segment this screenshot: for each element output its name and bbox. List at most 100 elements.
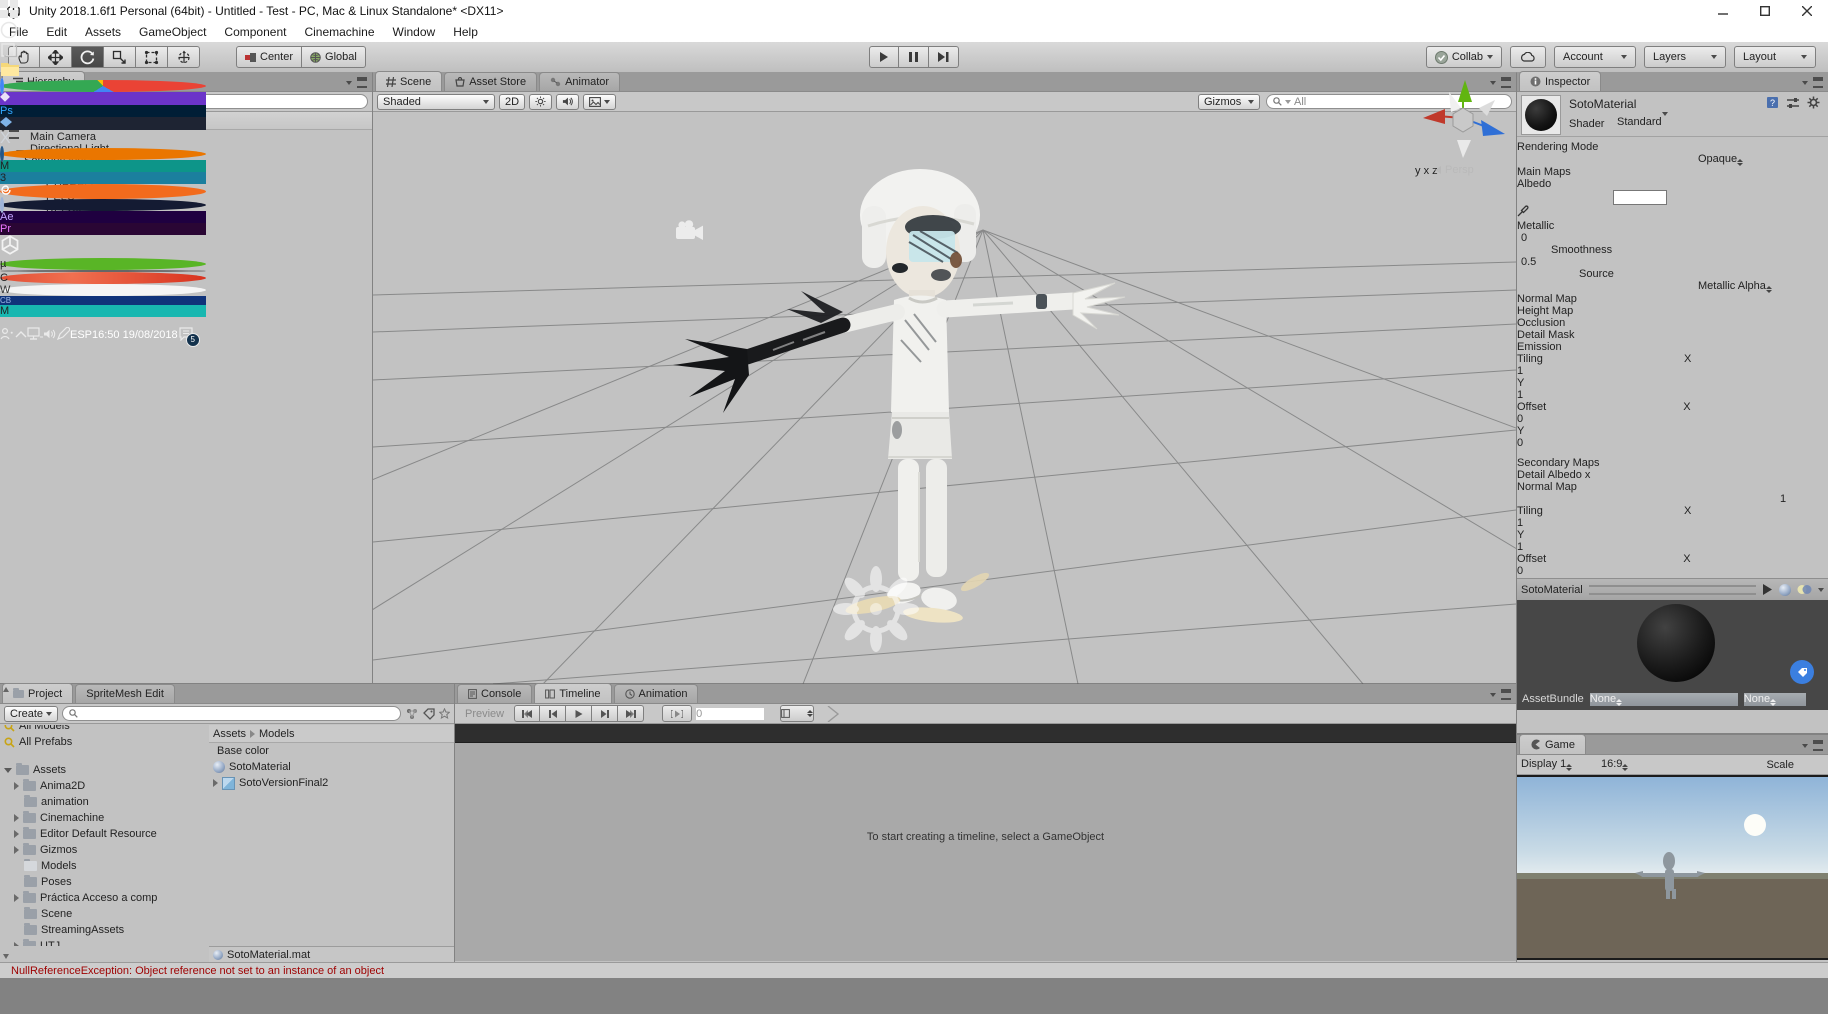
taskbar-ccleaner-icon[interactable]: C — [0, 272, 206, 284]
folder-practica[interactable]: Práctica Acceso a comp — [0, 890, 196, 906]
account-dropdown[interactable]: Account — [1554, 46, 1636, 68]
minimize-button[interactable] — [1702, 0, 1744, 22]
taskbar-maya-icon[interactable]: M — [0, 160, 206, 172]
aspect-ratio-dropdown[interactable]: 16:9 — [1601, 758, 1762, 771]
asset-base-color[interactable]: Base color — [209, 743, 454, 759]
tray-chevron-up-icon[interactable] — [15, 329, 27, 341]
cloud-button[interactable] — [1510, 46, 1546, 68]
taskbar-substance-icon[interactable] — [0, 92, 206, 105]
taskbar-task-view-icon[interactable] — [0, 42, 206, 61]
taskbar-start-button[interactable] — [0, 0, 206, 21]
status-bar[interactable]: NullReferenceException: Object reference… — [0, 962, 1828, 978]
assetbundle-variant-dropdown[interactable]: None — [1744, 693, 1806, 706]
tab-animation[interactable]: Animation — [614, 684, 699, 703]
menu-window[interactable]: Window — [384, 22, 445, 42]
preview-lighting-icon[interactable] — [1797, 584, 1812, 595]
tab-timeline[interactable]: Timeline — [534, 683, 611, 703]
menu-component[interactable]: Component — [215, 22, 295, 42]
panel-menu-icon[interactable] — [1802, 81, 1808, 85]
taskbar-3dsmax-icon[interactable]: 3 — [0, 172, 206, 184]
tab-scene[interactable]: Scene — [375, 71, 442, 91]
taskbar-medibang-icon[interactable]: M — [0, 305, 206, 317]
tray-volume-icon[interactable] — [43, 328, 57, 343]
panel-menu-icon[interactable] — [346, 81, 352, 85]
menu-cinemachine[interactable]: Cinemachine — [295, 22, 383, 42]
tab-inspector[interactable]: Inspector — [1519, 71, 1601, 91]
draw-mode-dropdown[interactable]: Shaded — [377, 94, 495, 110]
material-preview-thumb[interactable] — [1521, 95, 1561, 135]
tab-console[interactable]: Console — [457, 684, 532, 703]
tab-animator[interactable]: Animator — [539, 72, 620, 91]
eyedropper-icon[interactable] — [1517, 205, 1529, 217]
tray-notifications-icon[interactable]: 5 — [178, 327, 194, 344]
panel-hamburger-icon[interactable] — [1501, 689, 1511, 700]
close-button[interactable] — [1786, 0, 1828, 22]
display-dropdown[interactable]: Display 1 — [1521, 758, 1597, 771]
gizmos-dropdown[interactable]: Gizmos — [1198, 94, 1260, 110]
2d-toggle-button[interactable]: 2D — [499, 94, 525, 110]
taskbar-chrome-icon[interactable] — [0, 80, 206, 92]
assetbundle-tag-icon[interactable] — [1790, 660, 1814, 684]
taskbar-x-app-icon[interactable]: X — [0, 130, 206, 148]
frame-number-field[interactable]: 0 — [696, 708, 764, 720]
panel-hamburger-icon[interactable] — [1813, 740, 1823, 751]
play-range-button[interactable] — [662, 705, 692, 722]
sec-tiling-y-field[interactable]: 1 — [1517, 541, 1577, 553]
rendering-mode-dropdown[interactable]: Opaque — [1698, 153, 1828, 166]
assetbundle-dropdown[interactable]: None — [1590, 693, 1738, 706]
folder-models[interactable]: Models — [0, 858, 196, 874]
folder-poses[interactable]: Poses — [0, 874, 196, 890]
project-create-button[interactable]: Create — [4, 706, 58, 722]
taskbar-utorrent-icon[interactable]: µ — [0, 258, 206, 270]
preview-menu-icon[interactable] — [1818, 588, 1824, 592]
tiling-x-field[interactable]: 1 — [1517, 365, 1577, 377]
taskbar-codeblocks-icon[interactable]: CB — [0, 296, 206, 305]
audio-toggle-button[interactable] — [556, 94, 579, 110]
perspective-label[interactable]: Persp — [1435, 164, 1474, 176]
tray-people-icon[interactable] — [0, 327, 15, 344]
tray-pen-icon[interactable] — [57, 327, 70, 343]
timeline-content[interactable]: To start creating a timeline, select a G… — [455, 743, 1516, 961]
panel-hamburger-icon[interactable] — [357, 77, 367, 88]
layers-dropdown[interactable]: Layers — [1644, 46, 1726, 68]
offset-y-field[interactable]: 0 — [1517, 437, 1577, 449]
folder-streamingassets[interactable]: StreamingAssets — [0, 922, 196, 938]
game-viewport[interactable] — [1517, 775, 1828, 960]
lighting-toggle-button[interactable] — [529, 94, 552, 110]
asset-sotomaterial[interactable]: SotoMaterial — [209, 759, 454, 775]
tiling-y-field[interactable]: 1 — [1517, 389, 1577, 401]
menu-help[interactable]: Help — [444, 22, 487, 42]
tray-language-label[interactable]: ESP — [70, 329, 92, 341]
search-by-type-icon[interactable] — [405, 708, 419, 720]
collab-dropdown[interactable]: Collab — [1426, 46, 1502, 68]
help-icon[interactable]: ? — [1766, 96, 1779, 109]
folder-editor-default-resources[interactable]: Editor Default Resource — [0, 826, 196, 842]
taskbar-photoshop-icon[interactable]: Ps — [0, 105, 206, 117]
shader-dropdown[interactable]: Standard — [1617, 116, 1819, 128]
sec-tiling-x-field[interactable]: 1 — [1517, 517, 1577, 529]
taskbar-after-effects-icon[interactable]: Ae — [0, 211, 206, 223]
favorite-all-prefabs[interactable]: All Prefabs — [0, 734, 196, 750]
pause-button[interactable] — [899, 46, 929, 68]
prev-frame-button[interactable] — [540, 705, 566, 722]
taskbar-blender-icon[interactable] — [0, 148, 206, 160]
preview-sphere-icon[interactable] — [1779, 584, 1791, 596]
effects-dropdown[interactable] — [583, 94, 616, 110]
goto-end-button[interactable] — [618, 705, 644, 722]
folder-scene[interactable]: Scene — [0, 906, 196, 922]
timeline-play-button[interactable] — [566, 705, 592, 722]
tab-game[interactable]: Game — [1519, 734, 1586, 754]
goto-start-button[interactable] — [514, 705, 540, 722]
project-search-input[interactable] — [62, 706, 401, 721]
metallic-value-field[interactable]: 0 — [1521, 232, 1569, 244]
panel-hamburger-icon[interactable] — [1813, 77, 1823, 88]
taskbar-explorer-icon[interactable] — [0, 61, 206, 80]
panel-menu-icon[interactable] — [1802, 744, 1808, 748]
timeline-options-button[interactable] — [780, 705, 814, 722]
scene-viewport[interactable]: y x z Persp — [373, 112, 1516, 687]
presets-icon[interactable] — [1786, 97, 1800, 109]
preview-play-icon[interactable] — [1762, 584, 1773, 595]
sec-offset-x-field[interactable]: 0 — [1517, 565, 1577, 577]
tab-spritemesh-editor[interactable]: SpriteMesh Edit — [75, 684, 175, 703]
taskbar-cinema4d-icon[interactable] — [0, 199, 206, 211]
